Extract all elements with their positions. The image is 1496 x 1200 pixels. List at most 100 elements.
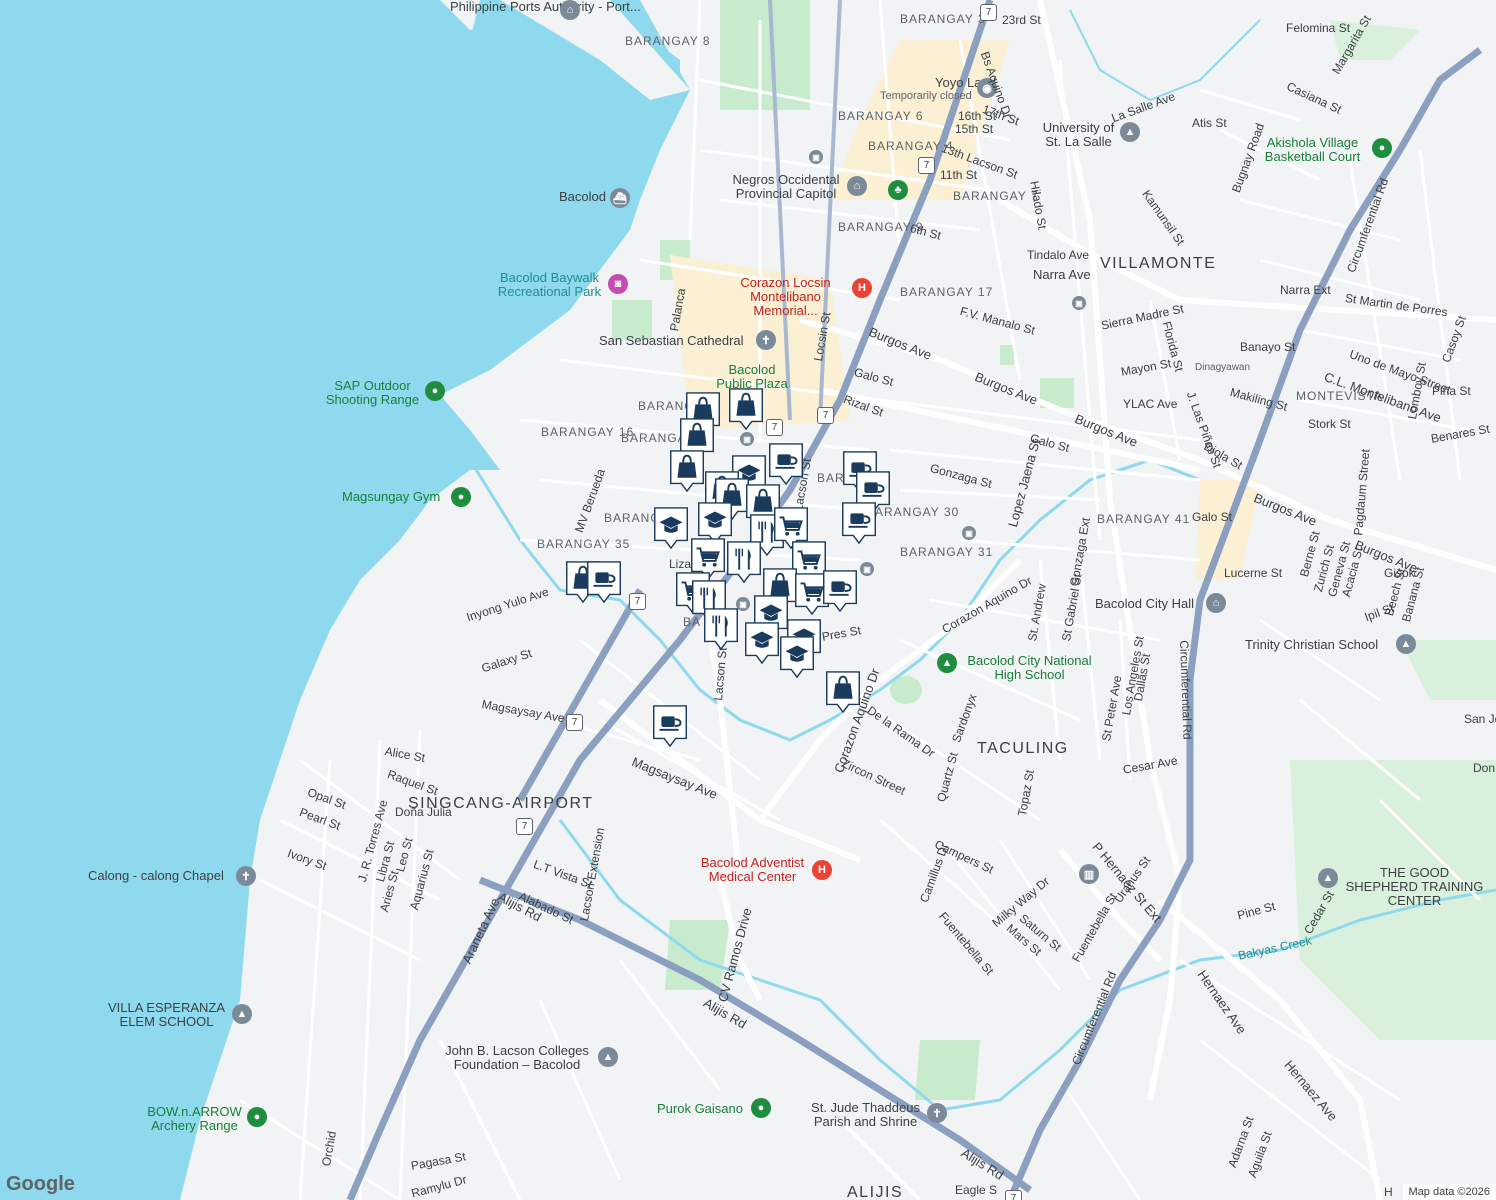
- listing-marker-coffee-cup[interactable]: [820, 569, 860, 613]
- barangay-label: BARANGAY 6: [838, 109, 924, 123]
- listing-marker-restaurant[interactable]: [701, 607, 741, 651]
- listing-marker-coffee-cup[interactable]: [839, 501, 879, 545]
- poi-label[interactable]: University of St. La Salle: [1036, 121, 1121, 149]
- school-icon[interactable]: ▲: [598, 1047, 618, 1067]
- route-shield: 7: [516, 818, 533, 835]
- listing-marker-graduation-cap[interactable]: [777, 635, 817, 679]
- barangay-label: BARANGAY 31: [900, 545, 994, 559]
- poi-label[interactable]: John B. Lacson Colleges Foundation – Bac…: [437, 1044, 597, 1072]
- listing-marker-shopping-bag[interactable]: [667, 449, 707, 493]
- park: [915, 1040, 980, 1100]
- museum-icon[interactable]: ▥: [1079, 864, 1099, 884]
- street-label: Circumferential Rd: [1177, 639, 1195, 740]
- school-icon[interactable]: ▲: [1396, 634, 1416, 654]
- listing-marker-graduation-cap[interactable]: [651, 506, 691, 550]
- district-label: VILLAMONTE: [1100, 255, 1217, 272]
- listing-marker-restaurant[interactable]: [724, 540, 764, 584]
- shooting-range-icon[interactable]: ●: [425, 381, 445, 401]
- poi-label[interactable]: Bacolod Baywalk Recreational Park: [492, 271, 607, 299]
- route-shield: 7: [1005, 1190, 1022, 1200]
- map-canvas[interactable]: VILLAMONTE TACULING SINGCANG-AIRPORT ALI…: [0, 0, 1496, 1200]
- poi-label[interactable]: BOW.n.ARROW Archery Range: [142, 1105, 247, 1133]
- hospital-icon[interactable]: H: [812, 860, 832, 880]
- street-label: Eagle S: [955, 1183, 998, 1197]
- listing-marker-coffee-cup[interactable]: [584, 560, 624, 604]
- ferry-icon[interactable]: ⛴: [610, 188, 630, 208]
- street-label: Galo St: [1192, 510, 1233, 524]
- street-label: Atis St: [1192, 116, 1227, 130]
- street-label: San Jos: [1464, 712, 1496, 726]
- park-icon[interactable]: ●: [751, 1098, 771, 1118]
- listing-marker-coffee-cup[interactable]: [766, 442, 806, 486]
- school-icon[interactable]: ▲: [1318, 868, 1338, 888]
- poi-label[interactable]: Philippine Ports Authority - Port...: [450, 0, 641, 14]
- barangay-label: BARANGAY 35: [537, 537, 631, 551]
- street-label: Don: [1473, 761, 1496, 775]
- school-icon[interactable]: ▲: [937, 653, 957, 673]
- street-label: 15th St: [955, 122, 994, 136]
- route-shield: 7: [766, 419, 783, 436]
- poi-label[interactable]: VILLA ESPERANZA ELEM SCHOOL: [104, 1001, 229, 1029]
- map-attribution[interactable]: Map data ©2026: [1402, 1184, 1496, 1200]
- listing-marker-shopping-bag[interactable]: [823, 670, 863, 714]
- poi-label[interactable]: Bacolod City National High School: [962, 654, 1097, 682]
- route-shield: 7: [817, 407, 834, 424]
- government-icon[interactable]: ⌂: [560, 0, 580, 20]
- street-label: YLAC Ave: [1123, 397, 1178, 411]
- bus-stop-icon[interactable]: ▣: [740, 432, 754, 446]
- poi-sublabel: Temporarily closed: [880, 90, 972, 102]
- tree-icon[interactable]: ♣: [888, 180, 908, 200]
- street-label: Felomina St: [1286, 21, 1351, 35]
- school-icon[interactable]: ▲: [1120, 122, 1140, 142]
- poi-label[interactable]: San Sebastian Cathedral: [599, 334, 744, 348]
- street-label: Banayo St: [1240, 340, 1296, 354]
- bus-stop-icon[interactable]: ▣: [860, 562, 874, 576]
- poi-label[interactable]: Bacolod Adventist Medical Center: [695, 856, 810, 884]
- church-icon[interactable]: ✝: [927, 1103, 947, 1123]
- city-hall-icon[interactable]: ⌂: [1206, 593, 1226, 613]
- poi-label[interactable]: Calong - calong Chapel: [88, 869, 224, 883]
- street-label: Tindalo Ave: [1027, 248, 1090, 262]
- poi-label[interactable]: Corazon Locsin Montelibano Memorial...: [723, 276, 848, 318]
- archery-icon[interactable]: ●: [247, 1107, 267, 1127]
- listing-marker-shopping-bag[interactable]: [726, 387, 766, 431]
- route-shield: 7: [918, 157, 935, 174]
- poi-label[interactable]: St. Jude Thaddeus Parish and Shrine: [803, 1101, 928, 1129]
- poi-label[interactable]: Purok Gaisano: [657, 1102, 743, 1116]
- poi-label[interactable]: THE GOOD SHEPHERD TRAINING CENTER: [1342, 866, 1487, 908]
- poi-label[interactable]: Trinity Christian School: [1245, 638, 1378, 652]
- poi-label[interactable]: Bacolod City Hall: [1095, 597, 1194, 611]
- gym-icon[interactable]: ●: [451, 487, 471, 507]
- street-label: Doña Julia: [395, 805, 452, 819]
- route-shield: 7: [566, 714, 583, 731]
- street-label: H: [1384, 1185, 1393, 1199]
- barangay-label: BARANGAY 41: [1097, 512, 1191, 526]
- listing-marker-graduation-cap[interactable]: [742, 621, 782, 665]
- barangay-label: BARANGAY 7: [953, 189, 1039, 203]
- school-icon[interactable]: ▲: [232, 1004, 252, 1024]
- poi-label[interactable]: Magsungay Gym: [342, 490, 440, 504]
- poi-label[interactable]: Negros Occidental Provincial Capitol: [726, 173, 846, 201]
- bus-stop-icon[interactable]: ▣: [962, 526, 976, 540]
- listing-marker-coffee-cup[interactable]: [650, 704, 690, 748]
- church-icon[interactable]: ✝: [756, 330, 776, 350]
- route-shield: 7: [980, 4, 997, 21]
- poi-label[interactable]: Akishola Village Basketball Court: [1255, 136, 1370, 164]
- government-icon[interactable]: ⌂: [847, 176, 867, 196]
- basketball-court-icon[interactable]: ●: [1372, 138, 1392, 158]
- poi-label[interactable]: Bacolod: [559, 190, 606, 204]
- poi-label[interactable]: SAP Outdoor Shooting Range: [320, 379, 425, 407]
- bus-stop-icon[interactable]: ▣: [1072, 296, 1086, 310]
- google-logo: Google: [6, 1173, 75, 1195]
- hospital-icon[interactable]: H: [852, 278, 872, 298]
- church-icon[interactable]: ✝: [236, 866, 256, 886]
- camera-icon[interactable]: ◙: [608, 274, 628, 294]
- park: [1000, 345, 1014, 365]
- bus-stop-icon[interactable]: ▣: [809, 150, 823, 164]
- poi-label: Dinagyawan: [1195, 362, 1251, 373]
- barangay-label: BARANGAY 17: [900, 285, 994, 299]
- barangay-label: BARANGAY 8: [625, 34, 711, 48]
- street-label: 11th St: [940, 168, 978, 182]
- street-label: Narra Ext: [1280, 283, 1331, 297]
- street-label: Narra Ave: [1033, 267, 1091, 282]
